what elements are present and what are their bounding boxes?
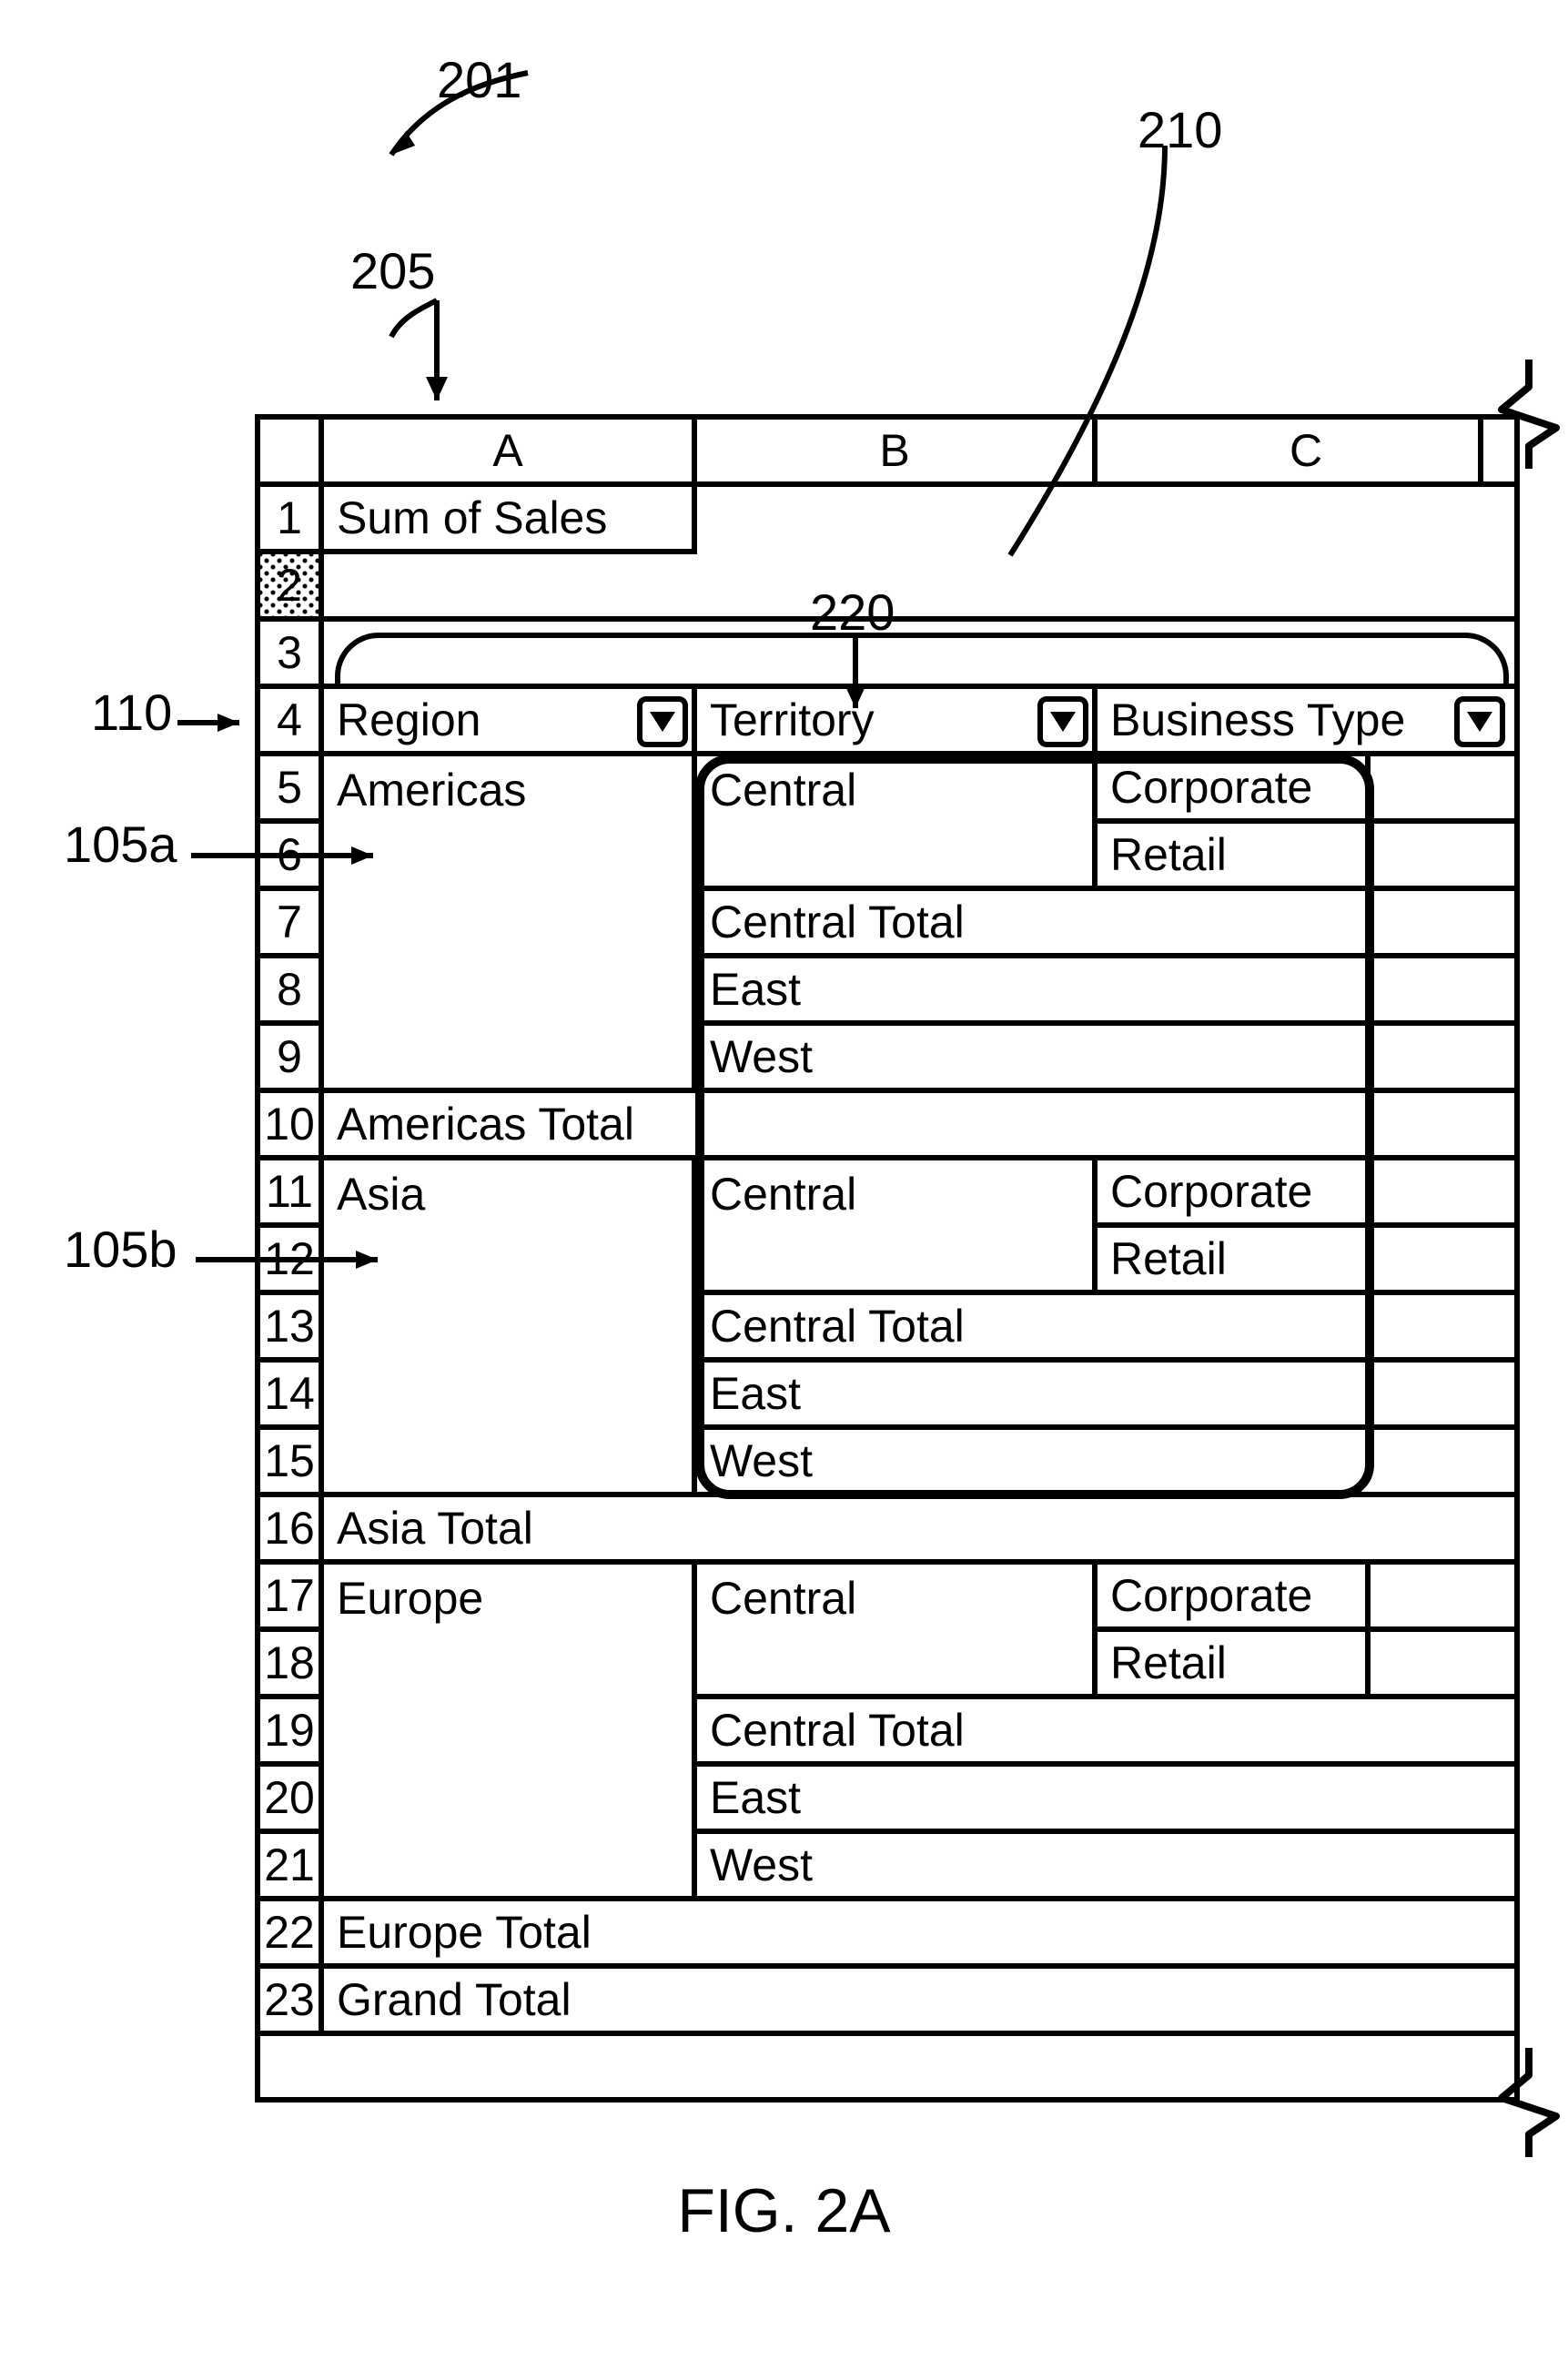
- cell-b21[interactable]: West: [697, 1834, 1514, 1901]
- row-header-11[interactable]: 11: [260, 1160, 324, 1228]
- leader-201: [382, 73, 564, 182]
- callout-105b: 105b: [64, 1224, 177, 1275]
- cell-a21[interactable]: [324, 1834, 697, 1901]
- cell-b17[interactable]: Central: [697, 1565, 1098, 1632]
- row-header-18[interactable]: 18: [260, 1632, 324, 1699]
- row-header-19[interactable]: 19: [260, 1699, 324, 1767]
- row-header-13[interactable]: 13: [260, 1295, 324, 1363]
- header-right-sliver: [1478, 420, 1514, 487]
- cell-d17[interactable]: [1371, 1565, 1514, 1632]
- cell-b14[interactable]: East: [697, 1363, 1514, 1430]
- column-header-a[interactable]: A: [324, 420, 697, 487]
- cell-c12[interactable]: Retail: [1098, 1228, 1371, 1295]
- cell-c6[interactable]: Retail: [1098, 824, 1371, 891]
- cell-b13[interactable]: Central Total: [697, 1295, 1514, 1363]
- row-header-1[interactable]: 1: [260, 487, 324, 554]
- row-header-3[interactable]: 3: [260, 622, 324, 689]
- column-header-c-label: C: [1290, 424, 1322, 477]
- cell-a16[interactable]: Asia Total: [324, 1497, 1514, 1565]
- callout-105a: 105a: [64, 819, 177, 870]
- cell-b6[interactable]: [697, 824, 1098, 891]
- column-header-c[interactable]: C: [1098, 420, 1514, 487]
- cell-a10[interactable]: Americas Total: [324, 1093, 1514, 1160]
- cell-c17[interactable]: Corporate: [1098, 1565, 1371, 1632]
- row-header-17[interactable]: 17: [260, 1565, 324, 1632]
- row-header-12[interactable]: 12: [260, 1228, 324, 1295]
- row-header-2[interactable]: 2: [260, 554, 324, 622]
- cell-a1[interactable]: Sum of Sales: [324, 487, 697, 554]
- leader-205: [382, 300, 491, 419]
- cell-d5[interactable]: [1371, 756, 1514, 824]
- cell-b1c1[interactable]: [697, 487, 1514, 554]
- cell-b20[interactable]: East: [697, 1767, 1514, 1834]
- callout-110: 110: [91, 687, 172, 738]
- dropdown-business-type[interactable]: [1454, 696, 1505, 747]
- cell-row2[interactable]: [324, 554, 1514, 622]
- cell-a6[interactable]: [324, 824, 697, 891]
- cell-a19[interactable]: [324, 1699, 697, 1767]
- cell-a7[interactable]: [324, 891, 697, 958]
- cell-b15[interactable]: West: [697, 1430, 1514, 1497]
- cell-c11[interactable]: Corporate: [1098, 1160, 1371, 1228]
- cell-b18[interactable]: [697, 1632, 1098, 1699]
- cell-d11[interactable]: [1371, 1160, 1514, 1228]
- row-header-15[interactable]: 15: [260, 1430, 324, 1497]
- cell-a14[interactable]: [324, 1363, 697, 1430]
- row-header-5[interactable]: 5: [260, 756, 324, 824]
- cell-a9[interactable]: [324, 1026, 697, 1093]
- cell-a11[interactable]: Asia: [324, 1160, 697, 1228]
- cell-a5[interactable]: Americas: [324, 756, 697, 824]
- cell-b5[interactable]: Central: [697, 756, 1098, 824]
- dropdown-region[interactable]: [637, 696, 688, 747]
- cell-a23[interactable]: Grand Total: [324, 1969, 1514, 2036]
- cell-a8[interactable]: [324, 958, 697, 1026]
- cell-a17[interactable]: Europe: [324, 1565, 697, 1632]
- row-header-6[interactable]: 6: [260, 824, 324, 891]
- corner-cell[interactable]: [260, 420, 324, 487]
- cell-a13[interactable]: [324, 1295, 697, 1363]
- cell-d18[interactable]: [1371, 1632, 1514, 1699]
- leader-110: [177, 712, 259, 739]
- spreadsheet: A B C 1 2 3 4 5 6 7 8 9 10 11 12 13 14 1…: [255, 414, 1520, 2102]
- dropdown-territory[interactable]: [1037, 696, 1088, 747]
- cell-b12[interactable]: [697, 1228, 1098, 1295]
- cell-b9[interactable]: West: [697, 1026, 1514, 1093]
- row-header-7[interactable]: 7: [260, 891, 324, 958]
- row-header-14[interactable]: 14: [260, 1363, 324, 1430]
- row-header-16[interactable]: 16: [260, 1497, 324, 1565]
- cell-c5[interactable]: Corporate: [1098, 756, 1371, 824]
- row-header-23[interactable]: 23: [260, 1969, 324, 2036]
- field-business-type[interactable]: Business Type: [1098, 689, 1514, 756]
- row-header-21[interactable]: 21: [260, 1834, 324, 1901]
- cell-b19[interactable]: Central Total: [697, 1699, 1514, 1767]
- cell-b7[interactable]: Central Total: [697, 891, 1514, 958]
- cell-d6[interactable]: [1371, 824, 1514, 891]
- row-header-8[interactable]: 8: [260, 958, 324, 1026]
- row3-rounded-outline: [335, 633, 1509, 689]
- row-header-4[interactable]: 4: [260, 689, 324, 756]
- column-header-b[interactable]: B: [697, 420, 1098, 487]
- row-header-20[interactable]: 20: [260, 1767, 324, 1834]
- cell-a18[interactable]: [324, 1632, 697, 1699]
- cell-a15[interactable]: [324, 1430, 697, 1497]
- row-header-9[interactable]: 9: [260, 1026, 324, 1093]
- cell-d12[interactable]: [1371, 1228, 1514, 1295]
- callout-205: 205: [350, 246, 435, 297]
- cell-a22[interactable]: Europe Total: [324, 1901, 1514, 1969]
- figure-caption: FIG. 2A: [0, 2175, 1568, 2246]
- cell-a12[interactable]: [324, 1228, 697, 1295]
- row-header-10[interactable]: 10: [260, 1093, 324, 1160]
- row-header-22[interactable]: 22: [260, 1901, 324, 1969]
- cell-c18[interactable]: Retail: [1098, 1632, 1371, 1699]
- cell-a20[interactable]: [324, 1767, 697, 1834]
- cell-b8[interactable]: East: [697, 958, 1514, 1026]
- cell-b11[interactable]: Central: [697, 1160, 1098, 1228]
